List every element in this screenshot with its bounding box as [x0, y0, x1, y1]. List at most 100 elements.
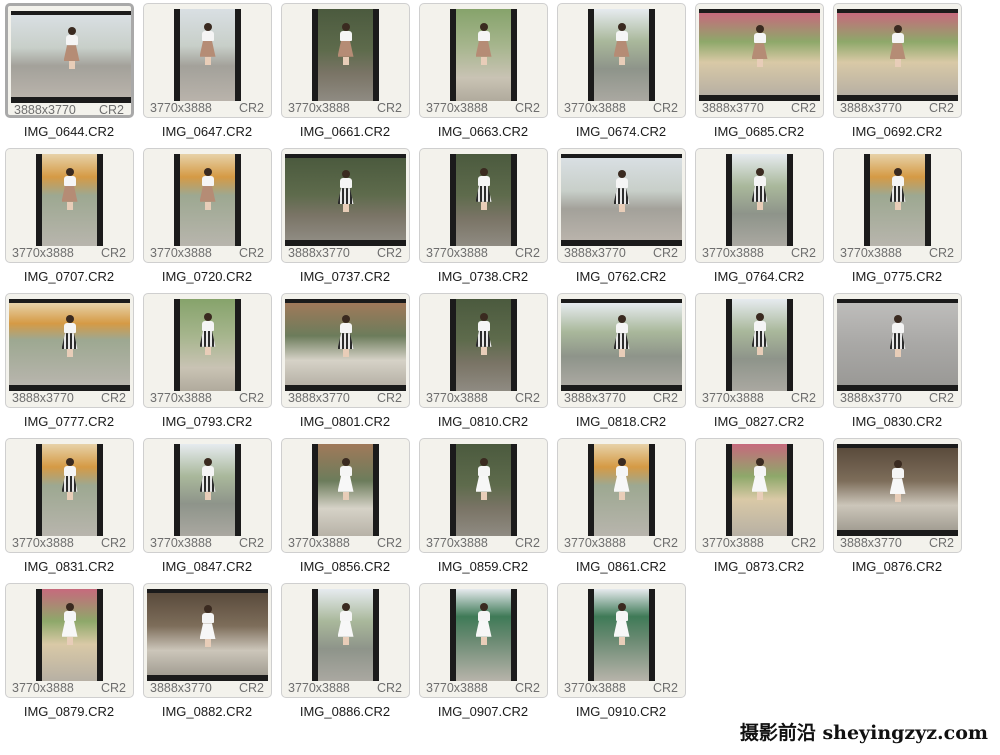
file-name[interactable]: IMG_0859.CR2 [415, 559, 551, 574]
thumbnail-card[interactable]: 3888x3770 CR2 [833, 438, 962, 553]
file-name[interactable]: IMG_0707.CR2 [1, 269, 137, 284]
file-name[interactable]: IMG_0873.CR2 [691, 559, 827, 574]
thumbnail-card[interactable]: 3888x3770 CR2 [143, 583, 272, 698]
file-name[interactable]: IMG_0879.CR2 [1, 704, 137, 719]
file-name[interactable]: IMG_0737.CR2 [277, 269, 413, 284]
file-item[interactable]: 3888x3770 CR2 IMG_0685.CR2 [691, 0, 827, 145]
file-item[interactable]: 3770x3888 CR2 IMG_0856.CR2 [277, 435, 413, 580]
file-name[interactable]: IMG_0647.CR2 [139, 124, 275, 139]
file-name[interactable]: IMG_0801.CR2 [277, 414, 413, 429]
thumbnail-card[interactable]: 3770x3888 CR2 [419, 438, 548, 553]
thumbnail-card[interactable]: 3888x3770 CR2 [557, 293, 686, 408]
file-item[interactable]: 3770x3888 CR2 IMG_0775.CR2 [829, 145, 965, 290]
file-item[interactable]: 3888x3770 CR2 IMG_0737.CR2 [277, 145, 413, 290]
file-name[interactable]: IMG_0738.CR2 [415, 269, 551, 284]
file-name[interactable]: IMG_0762.CR2 [553, 269, 689, 284]
file-item[interactable]: 3888x3770 CR2 IMG_0644.CR2 [1, 0, 137, 145]
thumbnail-card[interactable]: 3770x3888 CR2 [419, 3, 548, 118]
file-name[interactable]: IMG_0818.CR2 [553, 414, 689, 429]
thumbnail-card[interactable]: 3770x3888 CR2 [281, 3, 410, 118]
file-item[interactable]: 3888x3770 CR2 IMG_0692.CR2 [829, 0, 965, 145]
file-name[interactable]: IMG_0827.CR2 [691, 414, 827, 429]
file-item[interactable]: 3770x3888 CR2 IMG_0810.CR2 [415, 290, 551, 435]
thumbnail-card[interactable]: 3888x3770 CR2 [833, 3, 962, 118]
thumbnail-card[interactable]: 3770x3888 CR2 [143, 438, 272, 553]
file-name[interactable]: IMG_0861.CR2 [553, 559, 689, 574]
thumbnail-card[interactable]: 3770x3888 CR2 [5, 148, 134, 263]
thumbnail-card[interactable]: 3888x3770 CR2 [5, 293, 134, 408]
thumbnail-card[interactable]: 3888x3770 CR2 [281, 148, 410, 263]
thumbnail-card[interactable]: 3770x3888 CR2 [281, 583, 410, 698]
file-name[interactable]: IMG_0692.CR2 [829, 124, 965, 139]
file-item[interactable]: 3770x3888 CR2 IMG_0910.CR2 [553, 580, 689, 725]
thumbnail-card[interactable]: 3770x3888 CR2 [557, 583, 686, 698]
file-name[interactable]: IMG_0793.CR2 [139, 414, 275, 429]
file-name[interactable]: IMG_0882.CR2 [139, 704, 275, 719]
thumbnail-card[interactable]: 3770x3888 CR2 [419, 148, 548, 263]
thumbnail-card[interactable]: 3770x3888 CR2 [695, 293, 824, 408]
file-item[interactable]: 3770x3888 CR2 IMG_0859.CR2 [415, 435, 551, 580]
file-name[interactable]: IMG_0777.CR2 [1, 414, 137, 429]
file-item[interactable]: 3770x3888 CR2 IMG_0831.CR2 [1, 435, 137, 580]
file-name[interactable]: IMG_0910.CR2 [553, 704, 689, 719]
thumbnail-card[interactable]: 3888x3770 CR2 [557, 148, 686, 263]
file-name[interactable]: IMG_0720.CR2 [139, 269, 275, 284]
thumbnail-card[interactable]: 3770x3888 CR2 [143, 3, 272, 118]
file-name[interactable]: IMG_0856.CR2 [277, 559, 413, 574]
file-item[interactable]: 3770x3888 CR2 IMG_0764.CR2 [691, 145, 827, 290]
thumbnail-card[interactable]: 3770x3888 CR2 [5, 438, 134, 553]
file-item[interactable]: 3770x3888 CR2 IMG_0827.CR2 [691, 290, 827, 435]
file-item[interactable]: 3888x3770 CR2 IMG_0876.CR2 [829, 435, 965, 580]
file-name[interactable]: IMG_0847.CR2 [139, 559, 275, 574]
file-name[interactable]: IMG_0674.CR2 [553, 124, 689, 139]
thumbnail-card[interactable]: 3770x3888 CR2 [557, 438, 686, 553]
file-item[interactable]: 3770x3888 CR2 IMG_0720.CR2 [139, 145, 275, 290]
file-name[interactable]: IMG_0907.CR2 [415, 704, 551, 719]
thumbnail-card[interactable]: 3770x3888 CR2 [281, 438, 410, 553]
file-name[interactable]: IMG_0886.CR2 [277, 704, 413, 719]
figure-legs [66, 201, 73, 210]
file-name[interactable]: IMG_0661.CR2 [277, 124, 413, 139]
file-item[interactable]: 3888x3770 CR2 IMG_0762.CR2 [553, 145, 689, 290]
file-name[interactable]: IMG_0663.CR2 [415, 124, 551, 139]
thumbnail-card[interactable]: 3770x3888 CR2 [143, 148, 272, 263]
file-item[interactable]: 3770x3888 CR2 IMG_0663.CR2 [415, 0, 551, 145]
thumbnail-card[interactable]: 3770x3888 CR2 [833, 148, 962, 263]
file-name[interactable]: IMG_0876.CR2 [829, 559, 965, 574]
file-item[interactable]: 3888x3770 CR2 IMG_0777.CR2 [1, 290, 137, 435]
thumbnail-card[interactable]: 3888x3770 CR2 [695, 3, 824, 118]
file-item[interactable]: 3770x3888 CR2 IMG_0647.CR2 [139, 0, 275, 145]
file-item[interactable]: 3770x3888 CR2 IMG_0879.CR2 [1, 580, 137, 725]
file-name[interactable]: IMG_0685.CR2 [691, 124, 827, 139]
file-item[interactable]: 3888x3770 CR2 IMG_0818.CR2 [553, 290, 689, 435]
file-item[interactable]: 3770x3888 CR2 IMG_0738.CR2 [415, 145, 551, 290]
thumbnail-card[interactable]: 3770x3888 CR2 [5, 583, 134, 698]
file-name[interactable]: IMG_0775.CR2 [829, 269, 965, 284]
file-item[interactable]: 3770x3888 CR2 IMG_0661.CR2 [277, 0, 413, 145]
file-name[interactable]: IMG_0644.CR2 [1, 124, 137, 139]
file-name[interactable]: IMG_0764.CR2 [691, 269, 827, 284]
thumbnail-card[interactable]: 3770x3888 CR2 [695, 438, 824, 553]
file-item[interactable]: 3888x3770 CR2 IMG_0882.CR2 [139, 580, 275, 725]
thumbnail-card[interactable]: 3888x3770 CR2 [5, 3, 134, 118]
file-item[interactable]: 3770x3888 CR2 IMG_0861.CR2 [553, 435, 689, 580]
file-item[interactable]: 3770x3888 CR2 IMG_0847.CR2 [139, 435, 275, 580]
thumbnail-card[interactable]: 3770x3888 CR2 [143, 293, 272, 408]
file-item[interactable]: 3770x3888 CR2 IMG_0907.CR2 [415, 580, 551, 725]
thumbnail-card[interactable]: 3770x3888 CR2 [557, 3, 686, 118]
file-item[interactable]: 3770x3888 CR2 IMG_0707.CR2 [1, 145, 137, 290]
file-item[interactable]: 3770x3888 CR2 IMG_0886.CR2 [277, 580, 413, 725]
thumbnail-card[interactable]: 3770x3888 CR2 [419, 293, 548, 408]
file-name[interactable]: IMG_0831.CR2 [1, 559, 137, 574]
file-item[interactable]: 3770x3888 CR2 IMG_0873.CR2 [691, 435, 827, 580]
thumbnail-card[interactable]: 3770x3888 CR2 [419, 583, 548, 698]
file-name[interactable]: IMG_0810.CR2 [415, 414, 551, 429]
thumbnail-card[interactable]: 3770x3888 CR2 [695, 148, 824, 263]
file-item[interactable]: 3888x3770 CR2 IMG_0801.CR2 [277, 290, 413, 435]
file-item[interactable]: 3770x3888 CR2 IMG_0674.CR2 [553, 0, 689, 145]
file-item[interactable]: 3888x3770 CR2 IMG_0830.CR2 [829, 290, 965, 435]
file-name[interactable]: IMG_0830.CR2 [829, 414, 965, 429]
thumbnail-card[interactable]: 3888x3770 CR2 [281, 293, 410, 408]
thumbnail-card[interactable]: 3888x3770 CR2 [833, 293, 962, 408]
file-item[interactable]: 3770x3888 CR2 IMG_0793.CR2 [139, 290, 275, 435]
